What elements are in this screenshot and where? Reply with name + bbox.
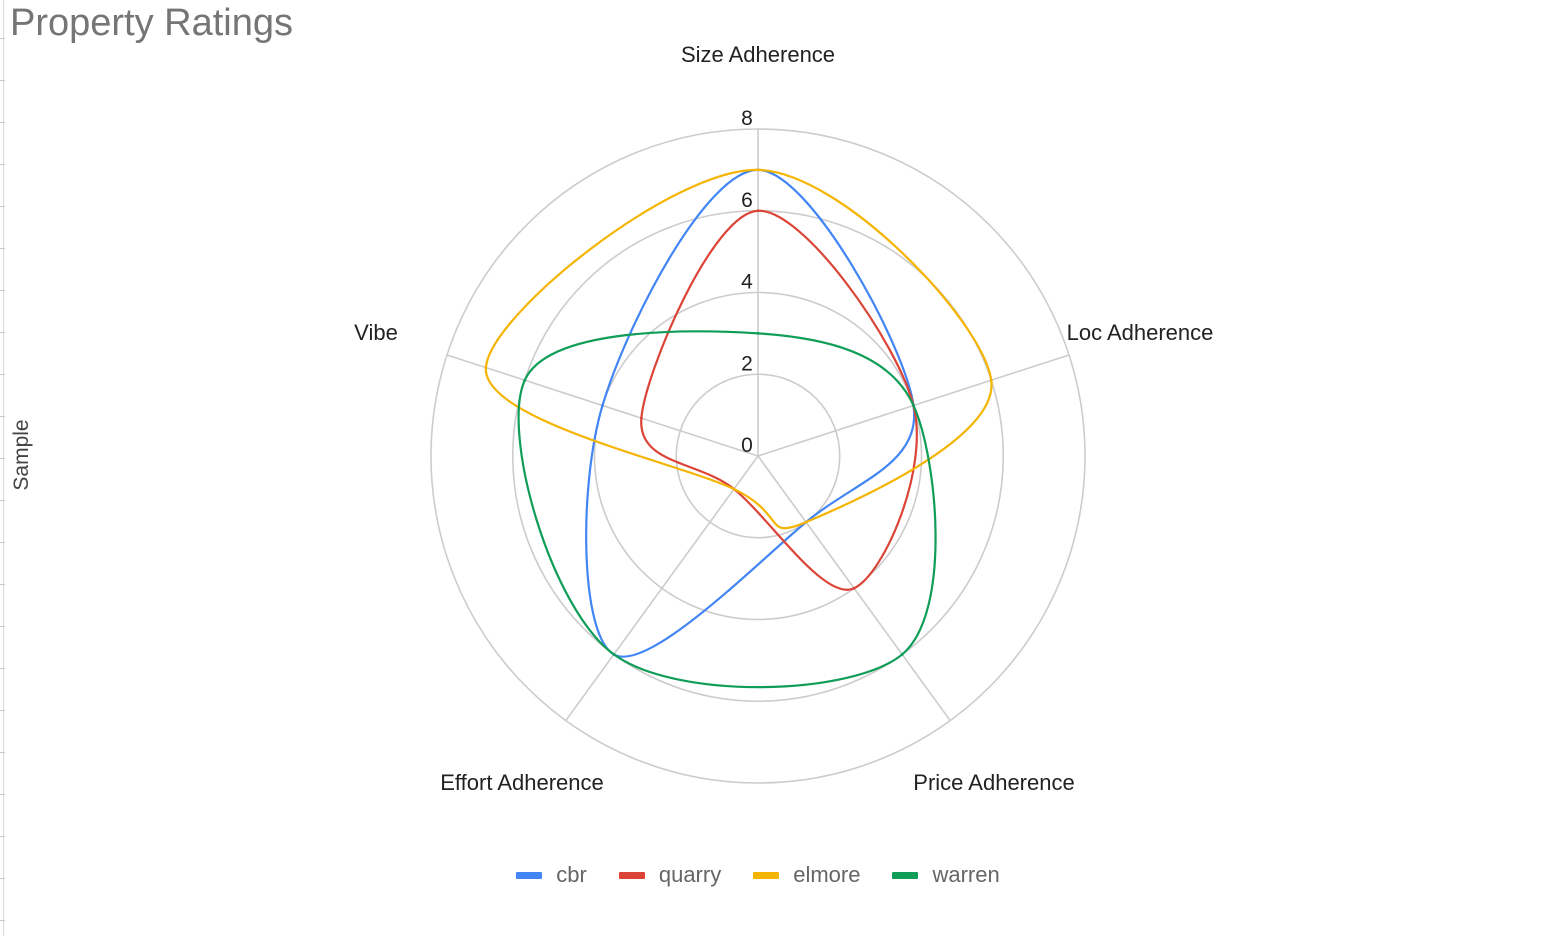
legend-swatch — [892, 871, 919, 879]
data-point-cbr — [601, 404, 604, 407]
axis-label: Loc Adherence — [1067, 320, 1214, 345]
data-point-elmore — [989, 378, 993, 382]
legend-label: quarry — [658, 862, 722, 887]
data-point-elmore — [804, 520, 808, 524]
legend-label: elmore — [793, 862, 861, 887]
data-point-quarry — [756, 209, 760, 213]
axis-label: Price Adherence — [913, 770, 1074, 795]
tick-label: 0 — [741, 434, 753, 457]
tick-label: 2 — [741, 352, 753, 375]
data-point-quarry — [852, 586, 856, 590]
series-line-quarry — [640, 209, 918, 591]
legend-swatch — [516, 871, 543, 879]
data-point-elmore — [756, 168, 760, 172]
data-point-warren — [912, 404, 915, 407]
axis-label: Size Adherence — [681, 42, 835, 67]
legend-item-cbr[interactable]: cbr — [516, 862, 587, 888]
tick-label: 4 — [741, 271, 753, 294]
legend-label: cbr — [556, 862, 587, 887]
legend-swatch — [618, 871, 645, 879]
legend: cbr quarry elmore warren — [0, 862, 1516, 888]
data-point-elmore — [484, 366, 488, 369]
data-point-warren — [756, 331, 760, 335]
legend-item-elmore[interactable]: elmore — [753, 862, 860, 888]
data-point-quarry — [639, 416, 643, 420]
data-point-warren — [900, 653, 904, 656]
data-point-warren — [523, 378, 527, 382]
legend-swatch — [753, 871, 780, 879]
tick-label: 6 — [741, 189, 753, 212]
legend-item-warren[interactable]: warren — [892, 862, 1000, 888]
radar-chart: 0 2 4 6 8 Size Adherence Loc Adherence Price Ad… — [354, 42, 1213, 795]
axis-label: Effort Adherence — [440, 770, 604, 795]
tick-label: 8 — [741, 107, 753, 130]
series-line-warren — [517, 330, 937, 689]
data-point-warren — [612, 653, 616, 656]
radar-grid — [430, 128, 1086, 784]
axis-label: Vibe — [354, 320, 398, 345]
radar-series — [484, 168, 993, 689]
legend-item-quarry[interactable]: quarry — [618, 862, 722, 888]
data-point-elmore — [732, 487, 736, 491]
legend-label: warren — [932, 862, 1000, 887]
radar-labels: 0 2 4 6 8 Size Adherence Loc Adherence Price Ad… — [354, 42, 1213, 795]
